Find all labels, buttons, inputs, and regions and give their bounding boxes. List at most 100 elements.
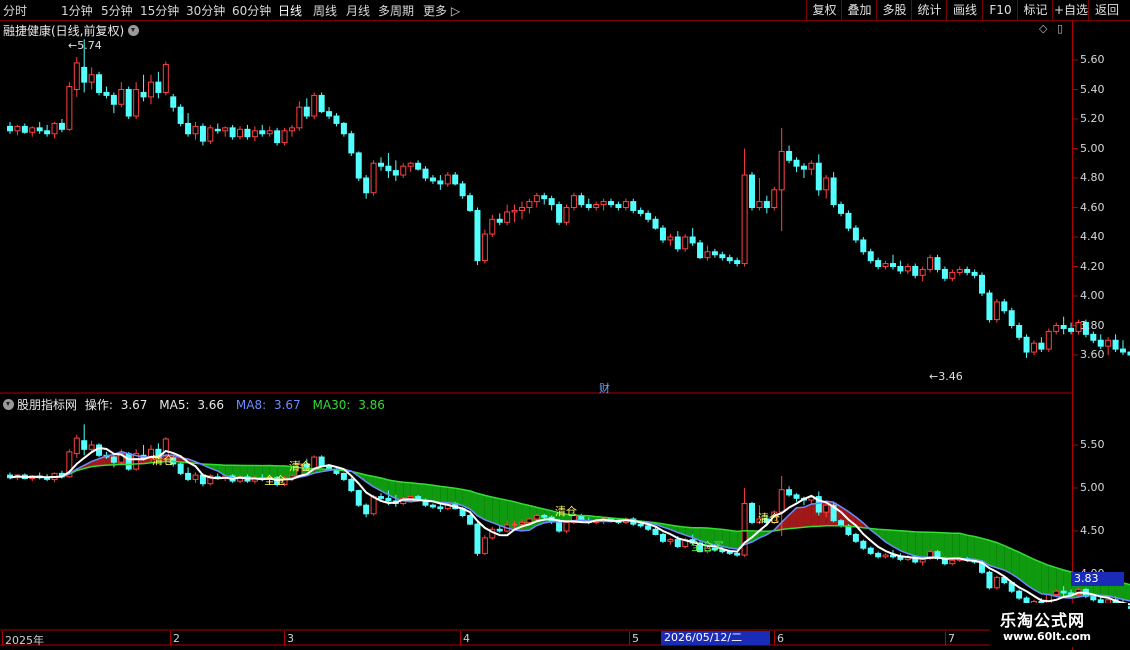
upper-candle-body (741, 174, 748, 265)
date-label: 6 (777, 632, 784, 645)
lower-candle-body (749, 502, 755, 523)
upper-candle-body (437, 180, 444, 185)
upper-candle-body (941, 268, 948, 279)
upper-candle-body (348, 133, 355, 154)
upper-candle-body (481, 233, 488, 262)
lower-candle-body (949, 559, 956, 565)
date-label: 3 (287, 632, 294, 645)
indicator-dropdown-icon[interactable] (3, 399, 14, 410)
lower-candle-body (177, 463, 184, 474)
lower-candle-body (674, 539, 681, 547)
lower-candle-body (786, 489, 793, 496)
indicator-band-segment (492, 497, 500, 526)
indicator-band-segment (1033, 559, 1042, 594)
upper-candle-body (1038, 342, 1045, 350)
lower-candle-body (734, 552, 741, 556)
upper-candle-body (125, 89, 132, 117)
date-label: 4 (463, 632, 470, 645)
lower-candle-body (541, 515, 548, 518)
signal-label-clear-2: 清仓 (289, 460, 311, 473)
lower-candle-body (340, 472, 347, 480)
upper-candle-body (585, 204, 592, 209)
lower-candle-body (125, 453, 132, 470)
upper-candle-body (340, 122, 347, 135)
upper-candle-body (58, 122, 65, 130)
indicator-band-segment (1026, 555, 1034, 590)
upper-candle-body (370, 162, 377, 194)
indicator-band-segment (944, 532, 953, 559)
finance-marker[interactable]: 财 (599, 380, 610, 396)
upper-candle-body (237, 128, 244, 138)
upper-candle-body (986, 292, 993, 321)
watermark-title: 乐淘公式网 (1000, 611, 1086, 630)
indicator-title: 股朋指标网 操作: 3.67 MA5: 3.66 MA8: 3.67 MA30:… (3, 396, 393, 413)
lower-candle-body (667, 539, 674, 542)
lower-candle-body (385, 497, 392, 502)
upper-candle-body (786, 150, 793, 161)
indicator-band-segment (440, 486, 448, 503)
signal-label-full-1: 全仓 (264, 474, 286, 487)
lower-candle-body (518, 521, 525, 525)
upper-candle-body (88, 74, 95, 83)
upper-candle-body (756, 201, 763, 209)
lower-candle-body (88, 444, 95, 450)
upper-candle-body (637, 209, 644, 214)
lower-candle-body (526, 518, 533, 523)
indicator-bands (10, 451, 1130, 601)
upper-candle-body (934, 257, 941, 270)
upper-candle-body (518, 207, 525, 211)
upper-candle-body (771, 189, 778, 209)
upper-candle-body (852, 227, 859, 241)
candlestick-chart[interactable] (0, 0, 1130, 650)
upper-candle-body (815, 162, 822, 191)
upper-candle-body (511, 209, 518, 213)
low-price-label: ←3.46 (929, 370, 963, 383)
upper-candle-body (964, 268, 971, 273)
lower-candle-body (474, 523, 481, 554)
upper-candle-body (21, 125, 28, 133)
upper-candle-body (170, 96, 177, 108)
upper-candle-body (66, 86, 73, 130)
indicator-band-segment (989, 540, 997, 568)
ma8-line (9, 450, 1130, 602)
lower-candle-body (867, 547, 874, 554)
lower-tick-label: 5.50 (1080, 438, 1105, 451)
upper-candle-body (147, 81, 154, 98)
date-cursor-label: 2026/05/12/二 (661, 631, 770, 645)
upper-candle-body (177, 106, 184, 124)
indicator-band-segment (1004, 545, 1012, 574)
date-tick (945, 631, 946, 645)
lower-candle-body (96, 444, 103, 456)
upper-candle-body (110, 94, 117, 105)
watermark-url: www.60lt.com (1003, 630, 1092, 643)
upper-tick-label: 3.80 (1080, 318, 1105, 332)
upper-candle-body (615, 204, 622, 209)
lower-candle-body (852, 533, 859, 542)
lower-candle-body (185, 472, 192, 480)
upper-candle-body (311, 94, 318, 117)
lower-candle-body (637, 523, 644, 527)
lower-candle-body (192, 474, 199, 480)
upper-candle-body (288, 127, 295, 132)
upper-candle-body (541, 195, 548, 200)
date-label: 7 (948, 632, 955, 645)
upper-candle-body (689, 236, 696, 244)
high-price-label: ←5.74 (68, 39, 102, 52)
lower-candle-body (511, 523, 518, 526)
upper-candle-body (897, 266, 904, 272)
upper-candle-body (838, 204, 845, 214)
indicator-band-segment (900, 530, 908, 554)
date-label: 5 (632, 632, 639, 645)
upper-tick-label: 4.60 (1080, 200, 1105, 214)
upper-candle-body (1112, 339, 1119, 350)
lower-tick-label: 5.00 (1080, 481, 1105, 494)
lower-candle-body (363, 504, 370, 515)
indicator-band-segment (974, 536, 983, 561)
indicator-band-segment (996, 542, 1005, 571)
upper-candle-body (800, 165, 807, 170)
signal-label-clear-3: 清仓 (555, 505, 577, 518)
lower-candle-body (467, 515, 474, 525)
lower-candle-body (793, 494, 800, 499)
upper-candle-body (363, 177, 370, 194)
lower-candle-body (860, 540, 867, 549)
